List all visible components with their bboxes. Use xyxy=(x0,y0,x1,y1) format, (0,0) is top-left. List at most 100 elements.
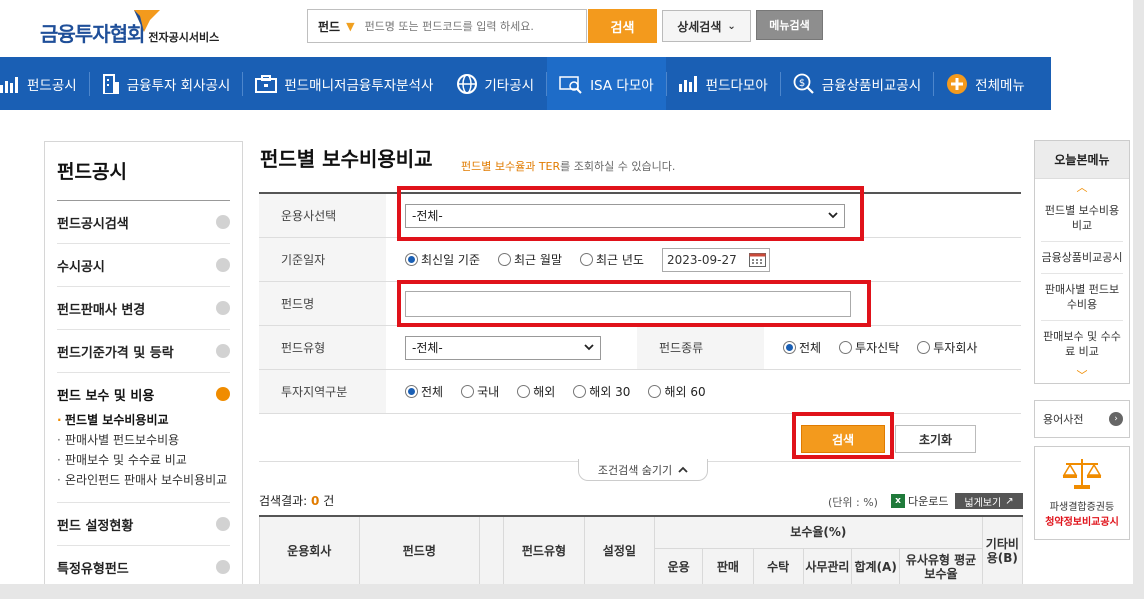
radio-region-overseas-60[interactable]: 해외 60 xyxy=(648,383,706,400)
detail-search-label: 상세검색 xyxy=(677,19,722,34)
sidebar-item-special-type[interactable]: 특정유형펀드 xyxy=(57,546,230,584)
form-button-row: 검색 초기화 xyxy=(259,414,1021,462)
chevron-down-icon xyxy=(216,344,230,358)
fund-type-select[interactable]: -전체- xyxy=(405,335,601,360)
left-sidebar: 펀드공시 펀드공시검색 수시공시 펀드판매사 변경 펀드기준가격 및 등락 펀드… xyxy=(44,141,243,584)
col-group-fee: 보수율(%) xyxy=(654,515,983,549)
logo[interactable]: 금융투자협회 전자공시서비스 xyxy=(40,10,219,47)
radio-date-year[interactable]: 최근 년도 xyxy=(580,251,644,268)
chevron-down-icon xyxy=(216,560,230,574)
submenu-item-sales-fee-compare[interactable]: 판매보수 및 수수료 비교 xyxy=(57,450,230,470)
search-input[interactable] xyxy=(364,19,555,33)
region-label: 투자지역구분 xyxy=(259,370,386,413)
radio-region-domestic[interactable]: 국내 xyxy=(461,383,499,400)
main-nav: 펀드공시 금융투자 회사공시 펀드매니저금융투자분석사 기타공시 ISA 다모아… xyxy=(0,57,1051,110)
expand-icon: ↗ xyxy=(1005,495,1014,507)
calendar-icon[interactable] xyxy=(748,252,766,267)
nav-label: 기타공시 xyxy=(484,77,535,94)
radio-date-month[interactable]: 최근 월말 xyxy=(498,251,562,268)
result-label: 검색결과: xyxy=(259,494,308,508)
radio-label: 최근 월말 xyxy=(514,253,562,267)
nav-item-fund-damoa[interactable]: 펀드다모아 xyxy=(667,57,780,110)
nav-item-company-disclosure[interactable]: 금융투자 회사공시 xyxy=(90,57,243,110)
form-row-date: 기준일자 최신일 기준 최근 월말 최근 년도 2023-09-27 xyxy=(259,238,1021,282)
radio-region-overseas-30[interactable]: 해외 30 xyxy=(573,383,630,400)
sidebar-item-adhoc[interactable]: 수시공시 xyxy=(57,244,230,287)
sidebar-item-seller-change[interactable]: 펀드판매사 변경 xyxy=(57,287,230,330)
wide-view-button[interactable]: 넓게보기 ↗ xyxy=(955,493,1023,509)
sidebar-item-setup-status[interactable]: 펀드 설정현황 xyxy=(57,503,230,546)
bar-chart-icon xyxy=(0,75,20,93)
hide-conditions-toggle[interactable]: 조건검색 숨기기 xyxy=(578,459,708,481)
sidebar-submenu: 펀드별 보수비용비교 판매사별 펀드보수비용 판매보수 및 수수료 비교 온라인… xyxy=(57,410,230,503)
date-value: 2023-09-27 xyxy=(666,252,737,267)
download-label: 다운로드 xyxy=(908,495,949,508)
banner-line2: 청약정보비교공시 xyxy=(1045,517,1119,528)
detail-search-button[interactable]: 상세검색 ⌄ xyxy=(662,10,751,42)
recent-menu-title: 오늘본메뉴 xyxy=(1035,141,1129,179)
page-description-rest: 를 조회하실 수 있습니다. xyxy=(560,160,676,173)
submenu-item-online-fee-compare[interactable]: 온라인펀드 판매사 보수비용비교 xyxy=(57,470,230,490)
nav-item-all-menu[interactable]: 전체메뉴 xyxy=(934,57,1037,110)
highlight-box-fund-name xyxy=(397,280,871,327)
radio-kind-trust[interactable]: 투자신탁 xyxy=(839,339,899,356)
nav-label: 전체메뉴 xyxy=(975,77,1025,94)
nav-item-fund-manager[interactable]: 펀드매니저금융투자분석사 xyxy=(243,57,445,110)
sidebar-item-label: 펀드판매사 변경 xyxy=(57,302,146,318)
form-reset-button[interactable]: 초기화 xyxy=(895,425,976,453)
chevron-down-icon[interactable]: ﹀ xyxy=(1035,367,1129,383)
recent-menu-item[interactable]: 금융상품비교공시 xyxy=(1041,242,1123,274)
nav-item-isa-damoa[interactable]: ISA 다모아 xyxy=(547,57,666,110)
radio-date-latest[interactable]: 최신일 기준 xyxy=(405,251,480,268)
fund-type-label: 펀드유형 xyxy=(259,326,386,369)
globe-icon xyxy=(457,73,478,94)
radio-region-all[interactable]: 전체 xyxy=(405,383,443,400)
sidebar-title: 펀드공시 xyxy=(57,161,127,183)
search-category-select[interactable]: 펀드 xyxy=(318,18,340,35)
nav-item-fund-disclosure[interactable]: 펀드공시 xyxy=(0,57,89,110)
menu-search-button[interactable]: 메뉴검색 xyxy=(756,10,823,40)
recent-menu-item[interactable]: 판매사별 펀드보수비용 xyxy=(1041,274,1123,321)
derivative-banner[interactable]: 파생결합증권등 청약정보비교공시 xyxy=(1034,446,1130,540)
chevron-down-icon xyxy=(216,215,230,229)
horizontal-scrollbar[interactable] xyxy=(0,584,1144,599)
date-label: 기준일자 xyxy=(259,238,386,281)
nav-label: 펀드공시 xyxy=(27,77,77,94)
sidebar-item-label: 특정유형펀드 xyxy=(57,561,129,577)
radio-label: 전체 xyxy=(799,341,822,355)
radio-kind-all[interactable]: 전체 xyxy=(783,339,821,356)
download-button[interactable]: x 다운로드 xyxy=(891,493,948,509)
chevron-up-icon[interactable]: ︿ xyxy=(1035,179,1129,195)
sidebar-item-label: 펀드 보수 및 비용 xyxy=(57,389,155,404)
radio-kind-company[interactable]: 투자회사 xyxy=(917,339,977,356)
nav-item-other-disclosure[interactable]: 기타공시 xyxy=(445,57,546,110)
col-fund-type: 펀드유형 xyxy=(503,515,585,584)
submenu-item-fund-fee-compare[interactable]: 펀드별 보수비용비교 xyxy=(57,410,230,430)
search-button[interactable]: 검색 xyxy=(588,9,657,43)
nav-label: 금융상품비교공시 xyxy=(821,77,922,94)
highlight-box-search xyxy=(792,412,894,459)
dollar-search-icon: $ xyxy=(793,73,815,95)
sidebar-item-fund-search[interactable]: 펀드공시검색 xyxy=(57,201,230,244)
submenu-item-seller-fee[interactable]: 판매사별 펀드보수비용 xyxy=(57,430,230,450)
scale-icon xyxy=(1062,459,1102,489)
bar-chart-icon xyxy=(678,75,699,92)
sidebar-item-label: 수시공시 xyxy=(57,259,105,275)
sidebar-item-label: 펀드 설정현황 xyxy=(57,518,134,534)
search-box: 펀드 ▼ xyxy=(307,9,587,43)
chevron-down-icon[interactable]: ▼ xyxy=(346,20,354,33)
glossary-link[interactable]: 용어사전 › xyxy=(1034,400,1130,438)
vertical-scrollbar[interactable] xyxy=(1133,0,1144,599)
nav-label: 펀드다모아 xyxy=(705,77,768,94)
logo-main-text: 금융투자협회 xyxy=(40,22,145,46)
radio-checked xyxy=(405,385,418,398)
form-row-fund-type: 펀드유형 -전체- 펀드종류 전체 투자신탁 투자회사 xyxy=(259,326,1021,370)
nav-item-product-compare[interactable]: $ 금융상품비교공시 xyxy=(781,57,933,110)
date-field[interactable]: 2023-09-27 xyxy=(661,247,770,272)
radio-label: 전체 xyxy=(421,385,444,399)
svg-text:$: $ xyxy=(799,78,805,89)
recent-menu-item[interactable]: 판매보수 및 수수료 비교 xyxy=(1041,321,1123,367)
recent-menu-item[interactable]: 펀드별 보수비용비교 xyxy=(1041,195,1123,242)
radio-region-overseas[interactable]: 해외 xyxy=(517,383,555,400)
sidebar-item-nav-price[interactable]: 펀드기준가격 및 등락 xyxy=(57,330,230,373)
